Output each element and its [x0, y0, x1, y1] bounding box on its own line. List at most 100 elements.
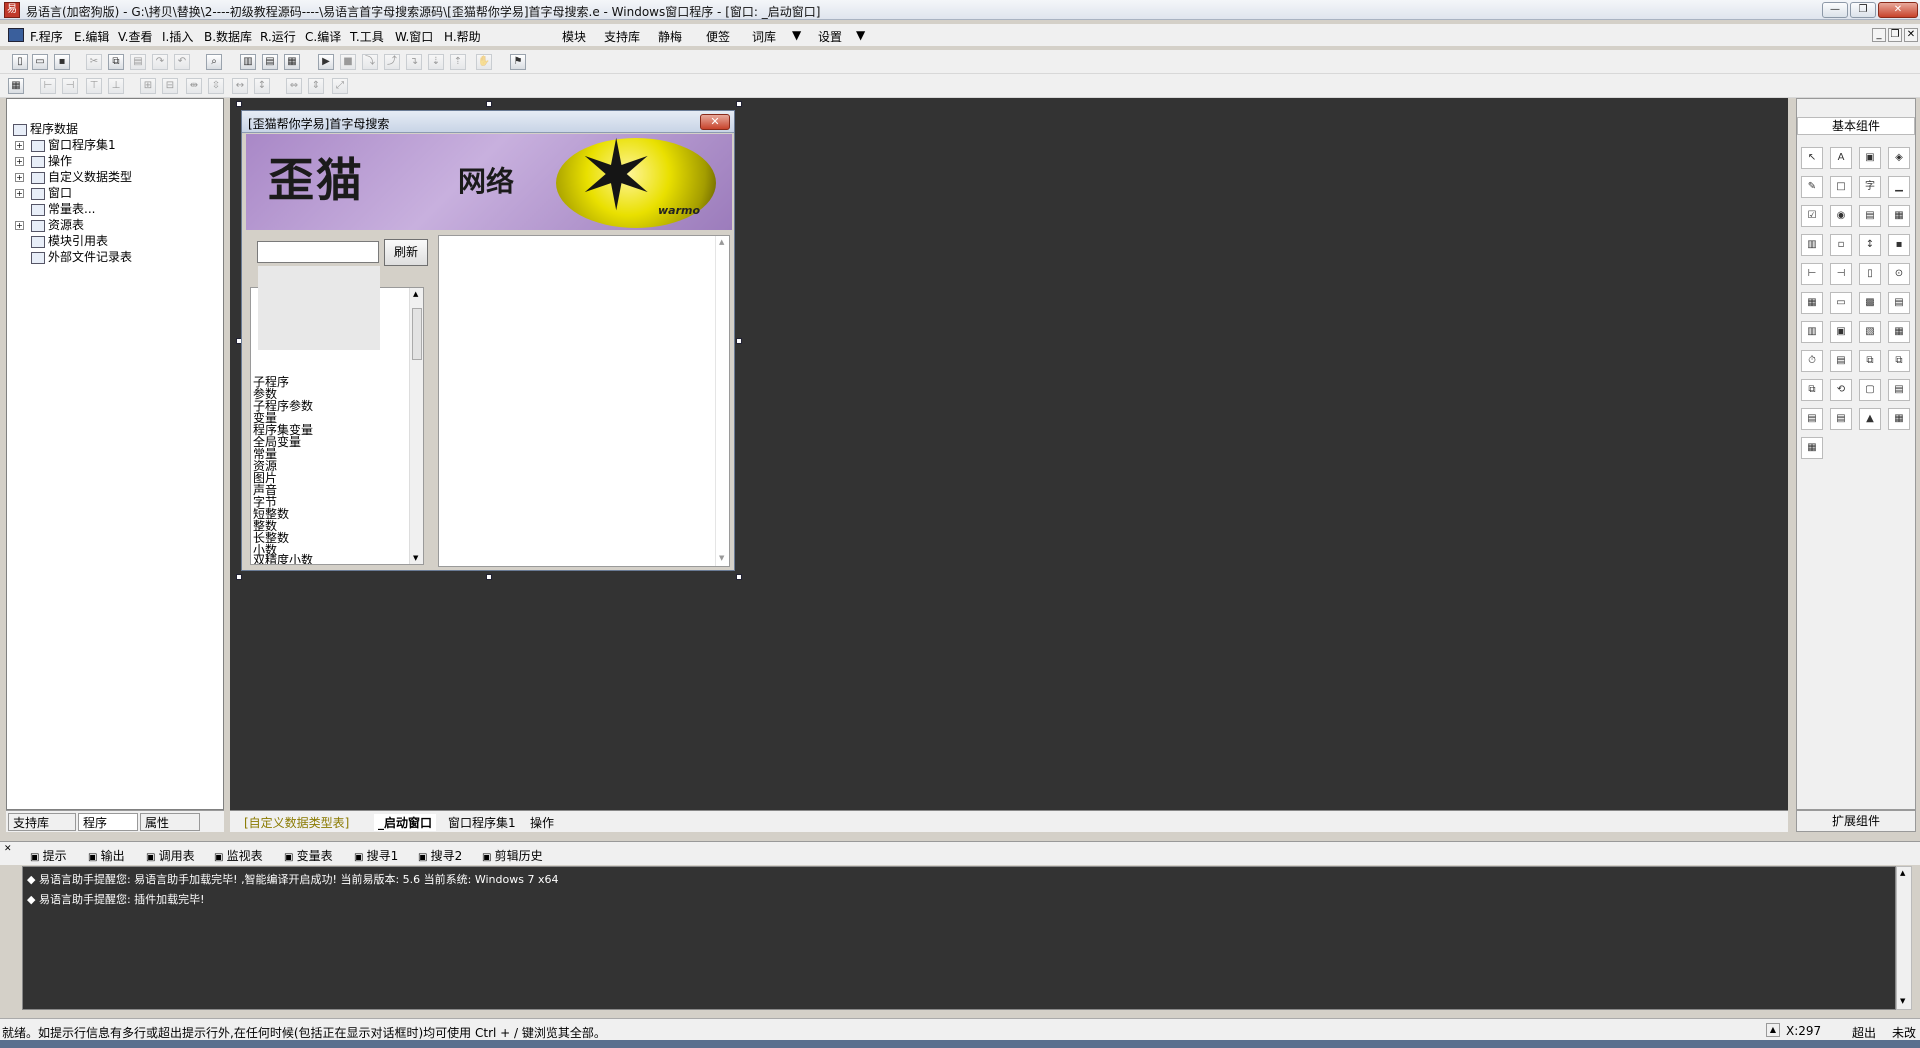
tree-item[interactable]: + 窗口: [15, 185, 72, 201]
component-icon[interactable]: ▦: [1801, 437, 1823, 459]
design-window-close-button[interactable]: ✕: [700, 114, 730, 130]
close-button[interactable]: ✕: [1878, 2, 1918, 18]
component-icon[interactable]: ◉: [1830, 205, 1852, 227]
layout2-icon[interactable]: ▤: [262, 54, 278, 70]
component-icon[interactable]: ⊣: [1830, 263, 1852, 285]
component-icon[interactable]: 字: [1859, 176, 1881, 198]
component-icon[interactable]: ▣: [1859, 147, 1881, 169]
menu-item[interactable]: 设置: [818, 28, 842, 45]
find-icon[interactable]: ⌕: [206, 54, 222, 70]
undo-icon[interactable]: ↶: [174, 54, 190, 70]
component-icon[interactable]: ↕: [1859, 234, 1881, 256]
component-icon[interactable]: ▥: [1801, 321, 1823, 343]
status-up-icon[interactable]: ▲: [1766, 1023, 1780, 1037]
menu-item[interactable]: H.帮助: [444, 28, 481, 45]
component-icon[interactable]: ▤: [1801, 408, 1823, 430]
space-v-icon[interactable]: ⇳: [208, 78, 224, 94]
output-tab[interactable]: ▣ 搜寻2: [418, 847, 462, 864]
document-tab[interactable]: 窗口程序集1: [448, 814, 516, 831]
component-icon[interactable]: ▧: [1859, 321, 1881, 343]
menu-item[interactable]: F.程序: [30, 28, 63, 45]
tree-item[interactable]: + 窗口程序集1: [15, 137, 116, 153]
output-tab[interactable]: ▣ 监视表: [214, 847, 263, 864]
menu-item[interactable]: R.运行: [260, 28, 296, 45]
design-window[interactable]: [歪猫帮你学易]首字母搜索 ✕ 歪猫 网络 ✶ warmo 刷新 子程序 参数 子程…: [241, 110, 735, 571]
tree-item[interactable]: + 自定义数据类型: [15, 169, 132, 185]
run-icon[interactable]: ▶: [318, 54, 334, 70]
left-tab[interactable]: 属性: [140, 813, 200, 831]
component-icon[interactable]: ▲: [1859, 408, 1881, 430]
resize-handle-se[interactable]: [736, 574, 742, 580]
menu-item[interactable]: B.数据库: [204, 28, 252, 45]
save-icon[interactable]: ▪: [54, 54, 70, 70]
design-canvas[interactable]: [歪猫帮你学易]首字母搜索 ✕ 歪猫 网络 ✶ warmo 刷新 子程序 参数 子程…: [230, 98, 1788, 810]
stop-icon[interactable]: ■: [340, 54, 356, 70]
align-bottom-icon[interactable]: ⊥: [108, 78, 124, 94]
search-input[interactable]: [257, 241, 379, 263]
tree-item[interactable]: 外部文件记录表: [31, 249, 132, 265]
document-tab[interactable]: _启动窗口: [374, 814, 437, 831]
listbox-scrollbar[interactable]: ▲ ▼: [409, 288, 423, 564]
component-icon[interactable]: ▁: [1888, 176, 1910, 198]
menu-item[interactable]: 支持库: [604, 28, 640, 45]
align-left-icon[interactable]: ⊢: [40, 78, 56, 94]
grid-icon[interactable]: ▦: [8, 78, 24, 94]
component-icon[interactable]: ▤: [1830, 350, 1852, 372]
component-icon[interactable]: ⧉: [1801, 379, 1823, 401]
component-icon[interactable]: ▦: [1888, 321, 1910, 343]
component-icon[interactable]: ⊙: [1888, 263, 1910, 285]
scroll-up-icon[interactable]: ▲: [413, 290, 418, 298]
left-tab[interactable]: 程序: [78, 813, 138, 831]
expand-icon[interactable]: +: [15, 221, 24, 230]
resize-handle-n[interactable]: [486, 101, 492, 107]
scroll-down-icon[interactable]: ▼: [413, 554, 418, 562]
menu-item[interactable]: 模块: [562, 28, 586, 45]
menu-item[interactable]: I.插入: [162, 28, 193, 45]
menu-item[interactable]: T.工具: [350, 28, 384, 45]
component-icon[interactable]: ▯: [1859, 263, 1881, 285]
menu-item[interactable]: W.窗口: [395, 28, 433, 45]
output-scrollbar[interactable]: ▲ ▼: [1896, 866, 1912, 1010]
step2-icon[interactable]: ⤴: [384, 54, 400, 70]
component-icon[interactable]: ▥: [1801, 234, 1823, 256]
hand-icon[interactable]: ✋: [476, 54, 492, 70]
text-scroll-down-icon[interactable]: ▼: [719, 554, 724, 562]
output-close-icon[interactable]: ✕: [4, 844, 14, 854]
align-right-icon[interactable]: ⊣: [62, 78, 78, 94]
center-v-icon[interactable]: ⊟: [162, 78, 178, 94]
menu-item[interactable]: 静梅: [658, 28, 682, 45]
component-icon[interactable]: ▢: [1859, 379, 1881, 401]
step3-icon[interactable]: ↴: [406, 54, 422, 70]
document-tab[interactable]: 操作: [530, 814, 554, 831]
component-icon[interactable]: ☑: [1801, 205, 1823, 227]
minimize-button[interactable]: —: [1822, 2, 1848, 18]
size-both-icon[interactable]: ⤢: [332, 78, 348, 94]
component-icon[interactable]: ◈: [1888, 147, 1910, 169]
menu-item[interactable]: E.编辑: [74, 28, 109, 45]
resize-handle-ne[interactable]: [736, 101, 742, 107]
mdi-close-button[interactable]: ✕: [1904, 28, 1918, 42]
size-h-icon[interactable]: ⇔: [286, 78, 302, 94]
menu-item[interactable]: V.查看: [118, 28, 152, 45]
tree-item[interactable]: + 资源表: [15, 217, 84, 233]
output-tab[interactable]: ▣ 提示: [30, 847, 67, 864]
space-h-icon[interactable]: ⇹: [186, 78, 202, 94]
component-icon[interactable]: ⊢: [1801, 263, 1823, 285]
output-tab[interactable]: ▣ 变量表: [284, 847, 333, 864]
step1-icon[interactable]: ⤵: [362, 54, 378, 70]
left-tab[interactable]: 支持库: [8, 813, 76, 831]
same-height-icon[interactable]: ↕: [254, 78, 270, 94]
expand-icon[interactable]: +: [15, 141, 24, 150]
component-icon[interactable]: □: [1830, 176, 1852, 198]
output-scroll-down-icon[interactable]: ▼: [1900, 997, 1905, 1005]
align-top-icon[interactable]: ⊤: [86, 78, 102, 94]
component-icon[interactable]: ⟲: [1830, 379, 1852, 401]
component-icon[interactable]: ▤: [1888, 379, 1910, 401]
output-scroll-up-icon[interactable]: ▲: [1900, 869, 1905, 877]
textbox-scrollbar[interactable]: ▲ ▼: [715, 236, 729, 566]
component-icon[interactable]: ⧉: [1859, 350, 1881, 372]
center-h-icon[interactable]: ⊞: [140, 78, 156, 94]
extended-components-tab[interactable]: 扩展组件: [1796, 810, 1916, 832]
component-icon[interactable]: ▩: [1859, 292, 1881, 314]
cut-icon[interactable]: ✂: [86, 54, 102, 70]
